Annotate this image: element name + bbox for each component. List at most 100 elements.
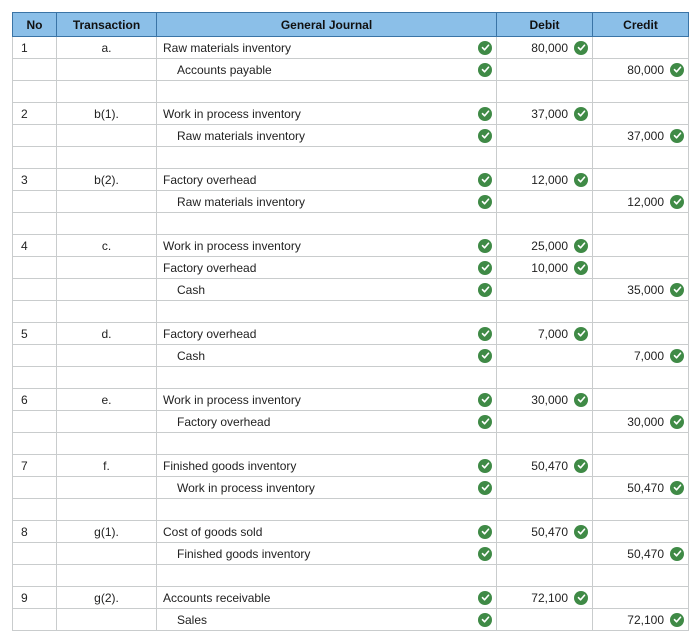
- cell-no: 6: [13, 389, 57, 411]
- cell-no: [13, 477, 57, 499]
- check-icon: [478, 129, 492, 143]
- cell-transaction: [57, 499, 157, 521]
- check-icon: [478, 173, 492, 187]
- cell-transaction: f.: [57, 455, 157, 477]
- journal-table: No Transaction General Journal Debit Cre…: [12, 12, 689, 631]
- table-row: 6e.Work in process inventory30,000: [13, 389, 689, 411]
- header-row: No Transaction General Journal Debit Cre…: [13, 13, 689, 37]
- cell-no: [13, 543, 57, 565]
- table-row: [13, 367, 689, 389]
- table-row: Raw materials inventory 12,000: [13, 191, 689, 213]
- cell-transaction: e.: [57, 389, 157, 411]
- cell-general-journal: [157, 565, 497, 587]
- cell-credit: [593, 235, 689, 257]
- check-icon: [670, 481, 684, 495]
- cell-debit: 12,000: [497, 169, 593, 191]
- cell-credit: [593, 37, 689, 59]
- cell-no: [13, 433, 57, 455]
- table-row: 1a.Raw materials inventory80,000: [13, 37, 689, 59]
- cell-debit: [497, 543, 593, 565]
- table-row: [13, 565, 689, 587]
- cell-transaction: d.: [57, 323, 157, 345]
- cell-no: [13, 257, 57, 279]
- check-icon: [478, 481, 492, 495]
- cell-transaction: a.: [57, 37, 157, 59]
- table-row: Accounts payable80,000: [13, 59, 689, 81]
- cell-debit: [497, 477, 593, 499]
- cell-credit: [593, 565, 689, 587]
- header-no: No: [13, 13, 57, 37]
- check-icon: [478, 459, 492, 473]
- cell-no: [13, 191, 57, 213]
- table-row: Finished goods inventory50,470: [13, 543, 689, 565]
- cell-debit: 30,000: [497, 389, 593, 411]
- check-icon: [478, 283, 492, 297]
- table-row: Raw materials inventory37,000: [13, 125, 689, 147]
- check-icon: [670, 283, 684, 297]
- cell-credit: [593, 499, 689, 521]
- cell-credit: 35,000: [593, 279, 689, 301]
- cell-transaction: b(2).: [57, 169, 157, 191]
- header-transaction: Transaction: [57, 13, 157, 37]
- cell-credit: [593, 323, 689, 345]
- cell-debit: [497, 191, 593, 213]
- check-icon: [478, 591, 492, 605]
- check-icon: [478, 107, 492, 121]
- check-icon: [574, 459, 588, 473]
- table-row: Cash35,000: [13, 279, 689, 301]
- cell-credit: [593, 433, 689, 455]
- check-icon: [478, 41, 492, 55]
- header-general-journal: General Journal: [157, 13, 497, 37]
- cell-credit: [593, 257, 689, 279]
- cell-transaction: [57, 279, 157, 301]
- check-icon: [478, 613, 492, 627]
- table-row: Work in process inventory50,470: [13, 477, 689, 499]
- cell-credit: 37,000: [593, 125, 689, 147]
- cell-credit: [593, 169, 689, 191]
- check-icon: [574, 239, 588, 253]
- cell-credit: [593, 367, 689, 389]
- cell-transaction: b(1).: [57, 103, 157, 125]
- cell-general-journal: [157, 147, 497, 169]
- cell-credit: [593, 301, 689, 323]
- cell-transaction: [57, 213, 157, 235]
- cell-credit: 12,000: [593, 191, 689, 213]
- cell-debit: [497, 213, 593, 235]
- cell-general-journal: Work in process inventory: [157, 103, 497, 125]
- check-icon: [478, 63, 492, 77]
- cell-debit: [497, 609, 593, 631]
- cell-credit: [593, 147, 689, 169]
- cell-no: [13, 59, 57, 81]
- cell-debit: 80,000: [497, 37, 593, 59]
- cell-no: [13, 565, 57, 587]
- cell-debit: 25,000: [497, 235, 593, 257]
- check-icon: [574, 173, 588, 187]
- cell-debit: [497, 433, 593, 455]
- cell-no: [13, 147, 57, 169]
- cell-general-journal: Accounts receivable: [157, 587, 497, 609]
- check-icon: [670, 63, 684, 77]
- check-icon: [478, 239, 492, 253]
- cell-no: [13, 367, 57, 389]
- cell-general-journal: [157, 81, 497, 103]
- cell-credit: 7,000: [593, 345, 689, 367]
- cell-general-journal: Raw materials inventory: [157, 191, 497, 213]
- cell-debit: [497, 279, 593, 301]
- cell-transaction: g(2).: [57, 587, 157, 609]
- cell-general-journal: [157, 301, 497, 323]
- cell-transaction: [57, 257, 157, 279]
- table-row: [13, 499, 689, 521]
- cell-no: [13, 499, 57, 521]
- check-icon: [670, 349, 684, 363]
- check-icon: [574, 393, 588, 407]
- check-icon: [478, 349, 492, 363]
- table-row: [13, 301, 689, 323]
- cell-debit: [497, 59, 593, 81]
- check-icon: [478, 195, 492, 209]
- cell-debit: 72,100: [497, 587, 593, 609]
- cell-debit: [497, 345, 593, 367]
- cell-credit: 50,470: [593, 543, 689, 565]
- cell-transaction: [57, 433, 157, 455]
- cell-debit: [497, 301, 593, 323]
- cell-general-journal: Cost of goods sold: [157, 521, 497, 543]
